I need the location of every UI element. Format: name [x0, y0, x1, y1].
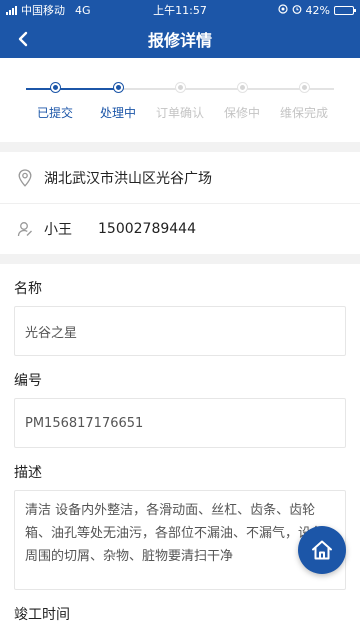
battery-icon: [334, 5, 356, 15]
home-icon: [312, 540, 332, 560]
name-value: 光谷之星: [25, 325, 78, 341]
progress-stepper: 已提交 处理中 订单确认 保修中 维保完成: [0, 58, 360, 142]
completion-time-label: 竣工时间: [14, 607, 70, 623]
name-field[interactable]: 光谷之星: [14, 306, 346, 356]
step-maintenance-done: 维保完成: [269, 83, 339, 121]
back-button[interactable]: [10, 26, 36, 52]
nav-bar: 报修详情: [0, 20, 360, 58]
page-title: 报修详情: [147, 31, 212, 50]
step-dot: [299, 83, 309, 92]
step-order-confirm: 订单确认: [145, 83, 215, 121]
step-dot: [175, 83, 185, 92]
address-row: 湖北武汉市洪山区光谷广场: [0, 152, 360, 203]
chevron-left-icon: [18, 31, 28, 47]
alarm-icon: [292, 4, 302, 17]
number-field[interactable]: PM156817176651: [14, 398, 346, 448]
step-under-warranty: 保修中: [207, 83, 277, 121]
carrier-name: 中国移动: [21, 4, 65, 17]
signal-icon: [6, 5, 17, 15]
number-label: 编号: [14, 373, 42, 389]
user-icon: [16, 220, 34, 238]
step-dot: [237, 83, 247, 92]
description-value: 清洁 设备内外整洁，各滑动面、丝杠、齿条、齿轮箱、油孔等处无油污，各部位不漏油、…: [25, 503, 325, 564]
name-label: 名称: [14, 281, 42, 297]
contact-phone[interactable]: 15002789444: [98, 221, 196, 237]
step-dot: [50, 83, 60, 92]
step-submitted: 已提交: [20, 83, 90, 121]
contact-person-row: 小王 15002789444: [0, 203, 360, 254]
battery-percent: 42%: [305, 3, 330, 17]
step-label: 处理中: [99, 106, 136, 120]
network-type: 4G: [75, 3, 91, 17]
map-pin-icon: [16, 168, 34, 187]
repair-detail-form: 名称 光谷之星 编号 PM156817176651 描述 清洁 设备内外整洁，各…: [0, 264, 360, 640]
status-left: 中国移动 4G: [6, 2, 278, 18]
status-right: 42%: [277, 3, 356, 17]
status-bar: 中国移动 4G 上午11:57 42%: [0, 0, 360, 20]
description-field[interactable]: 清洁 设备内外整洁，各滑动面、丝杠、齿条、齿轮箱、油孔等处无油污，各部位不漏油、…: [14, 490, 346, 590]
address-text: 湖北武汉市洪山区光谷广场: [44, 170, 212, 187]
description-label: 描述: [14, 465, 42, 481]
step-label: 保修中: [223, 106, 260, 120]
location-icon: [277, 3, 288, 17]
step-label: 订单确认: [155, 106, 204, 120]
contact-card: 湖北武汉市洪山区光谷广场 小王 15002789444: [0, 152, 360, 254]
step-dot: [113, 83, 123, 92]
contact-name: 小王: [44, 222, 72, 238]
step-label: 维保完成: [279, 106, 328, 120]
home-button[interactable]: [298, 526, 346, 574]
step-processing: 处理中: [83, 83, 153, 121]
step-label: 已提交: [36, 106, 73, 120]
number-value: PM156817176651: [25, 415, 144, 431]
